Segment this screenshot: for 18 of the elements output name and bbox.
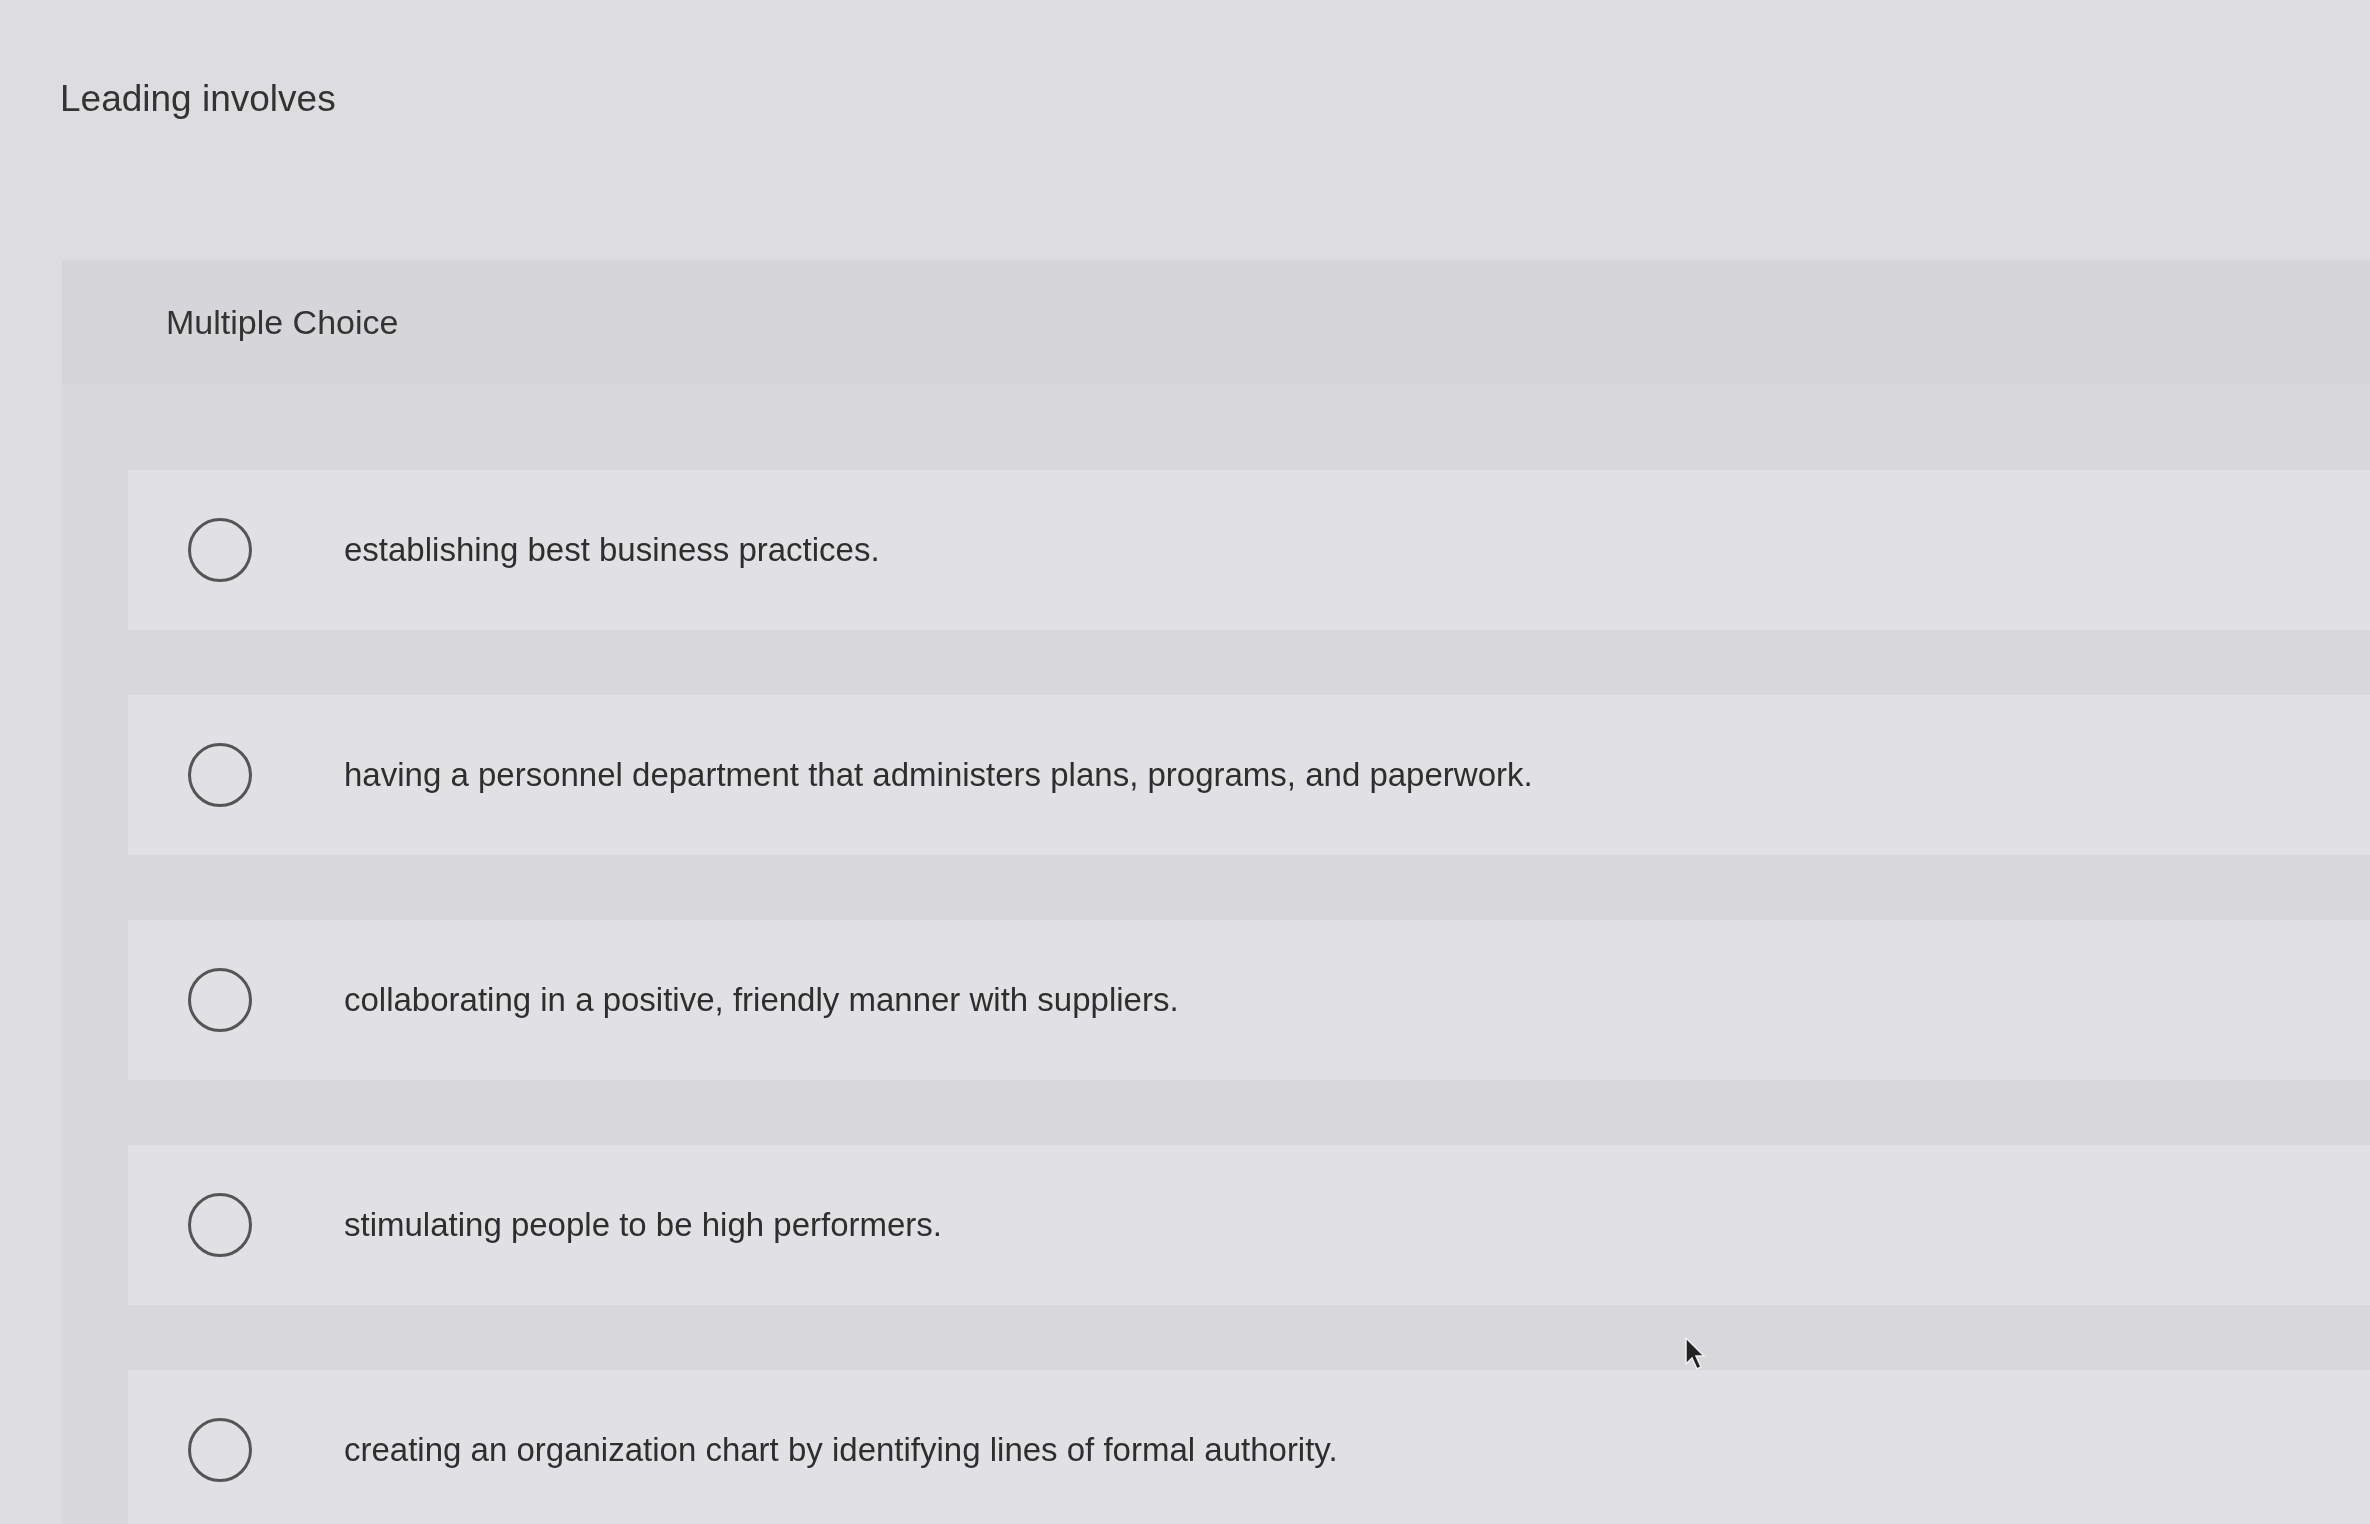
question-text: Leading involves — [60, 78, 336, 120]
answer-option[interactable]: collaborating in a positive, friendly manner with suppliers. — [128, 920, 2370, 1080]
option-label: creating an organization chart by identifying lines of formal authority. — [344, 1431, 1338, 1469]
radio-button[interactable] — [188, 1418, 252, 1482]
question-type-label: Multiple Choice — [166, 303, 399, 342]
answer-option[interactable]: having a personnel department that administers plans, programs, and paperwork. — [128, 695, 2370, 855]
mouse-pointer-icon — [1684, 1336, 1708, 1372]
radio-button[interactable] — [188, 743, 252, 807]
radio-button[interactable] — [188, 1193, 252, 1257]
option-label: establishing best business practices. — [344, 531, 880, 569]
answer-option[interactable]: stimulating people to be high performers. — [128, 1145, 2370, 1305]
radio-button[interactable] — [188, 968, 252, 1032]
answer-option[interactable]: establishing best business practices. — [128, 470, 2370, 630]
radio-button[interactable] — [188, 518, 252, 582]
option-label: stimulating people to be high performers. — [344, 1206, 942, 1244]
option-label: having a personnel department that administers plans, programs, and paperwork. — [344, 756, 1533, 794]
answer-option[interactable]: creating an organization chart by identifying lines of formal authority. — [128, 1370, 2370, 1524]
option-label: collaborating in a positive, friendly manner with suppliers. — [344, 981, 1179, 1019]
